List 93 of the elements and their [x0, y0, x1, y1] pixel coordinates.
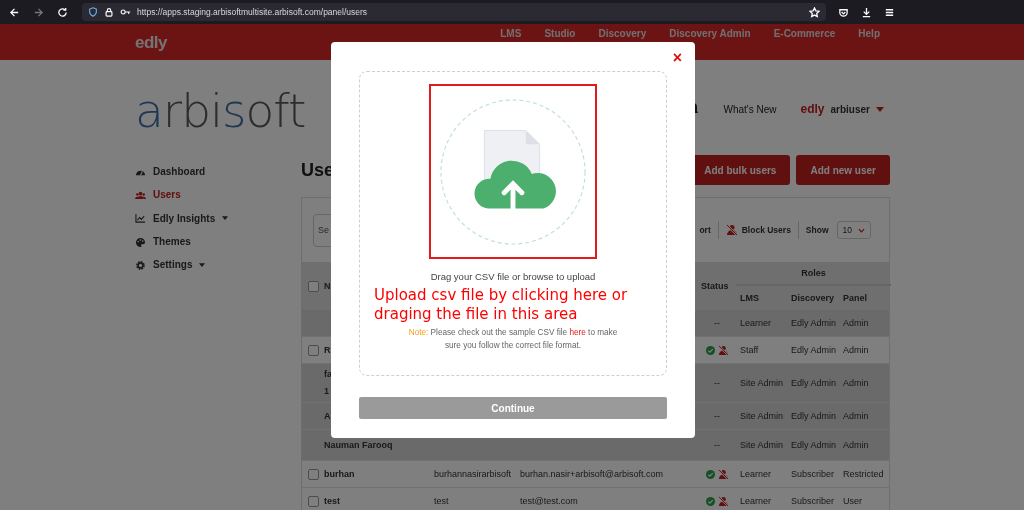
status-cell-text: -- — [713, 440, 720, 450]
name-cell-text: Nauman Farooq — [324, 438, 394, 452]
nav-link[interactable]: Help — [858, 28, 880, 39]
edly-logo[interactable]: edly — [135, 33, 168, 53]
nav-link[interactable]: Studio — [544, 28, 576, 39]
role-cell-text: Subscriber — [790, 469, 836, 479]
role-cell-text: Edly Admin — [790, 411, 838, 421]
email-cell-text: burhan.nasir+arbisoft@arbisoft.com — [520, 469, 664, 479]
forward-icon[interactable] — [33, 6, 44, 18]
blocked-user-icon[interactable] — [718, 468, 729, 480]
name-cell-text: fa 1 — [324, 368, 333, 398]
status-cell-text: -- — [713, 378, 720, 388]
role-cell-text: Edly Admin — [790, 440, 838, 450]
arbisoft-logo[interactable]: arbisoft — [135, 82, 306, 138]
role-cell-text: Learner — [739, 469, 773, 479]
status-cell-text: -- — [713, 411, 720, 421]
role-cell-text: Site Admin — [739, 378, 785, 388]
row-checkbox[interactable] — [308, 344, 319, 356]
lock-icon — [104, 7, 114, 17]
role-cell-text: Subscriber — [790, 496, 836, 506]
column-header: Discovery — [790, 293, 836, 303]
back-icon[interactable] — [9, 6, 20, 18]
blocked-user-icon[interactable] — [725, 224, 738, 236]
column-header: LMS — [739, 293, 760, 303]
close-button[interactable]: × — [672, 50, 682, 66]
column-header: Status — [701, 281, 730, 291]
page-size-select[interactable]: 10 — [836, 221, 871, 239]
role-cell-text: Restricted — [842, 469, 885, 479]
column-header: Panel — [842, 293, 868, 303]
row-checkbox[interactable] — [308, 468, 319, 480]
block-users-button[interactable]: Block Users — [741, 225, 791, 235]
annotation-text: Upload csv file by clicking here or draging the file in this area — [374, 286, 629, 324]
role-cell-text: Admin — [842, 378, 870, 388]
role-cell-text: Admin — [842, 411, 870, 421]
username[interactable]: arbiuser — [830, 103, 870, 115]
note-text: Note: Please check out the sample CSV file here to make sure you follow the correct file format. — [408, 327, 618, 352]
chevron-icon — [858, 227, 865, 233]
role-cell-text: Learner — [739, 318, 773, 328]
sidebar-item[interactable]: Edly Insights — [135, 206, 301, 230]
settings-icon — [135, 259, 146, 270]
address-bar[interactable]: https://apps.staging.arbisoftmultisite.arbisoft.com/panel/users — [82, 3, 826, 21]
name-cell-text: test — [324, 494, 341, 508]
sidebar-item[interactable]: Users — [135, 183, 301, 207]
blocked-user-icon[interactable] — [718, 495, 729, 507]
username-cell-text: test — [434, 496, 450, 506]
palette-icon — [135, 236, 146, 247]
whats-new-link[interactable]: What's New — [723, 103, 777, 115]
role-cell-text: Admin — [842, 440, 870, 450]
role-cell-text: Staff — [739, 345, 760, 355]
status-cell-text: -- — [713, 318, 720, 328]
export-button[interactable]: ort — [699, 225, 711, 235]
username-cell-text: burhannasirarbisoft — [434, 469, 513, 479]
select-all-checkbox[interactable] — [308, 280, 319, 292]
url-text: https://apps.staging.arbisoftmultisite.arbisoft.com/panel/users — [137, 7, 369, 17]
caret-icon[interactable] — [876, 106, 884, 112]
nav-link[interactable]: LMS — [500, 28, 522, 39]
drop-zone[interactable] — [359, 71, 667, 376]
drop-instructions: Drag your CSV file or browse to upload — [430, 271, 596, 282]
blocked-user-icon[interactable] — [718, 344, 729, 356]
add-user-button[interactable]: Add new user — [796, 155, 890, 185]
edly-logo: edly — [800, 102, 825, 116]
role-cell-text: User — [842, 496, 863, 506]
role-cell-text: Learner — [739, 496, 773, 506]
sidebar-item[interactable]: Settings — [135, 253, 301, 277]
sidebar-item[interactable]: Dashboard — [135, 160, 301, 184]
key-icon — [120, 7, 131, 17]
role-cell-text: Edly Admin — [790, 378, 838, 388]
role-cell-text: Site Admin — [739, 411, 785, 421]
role-cell-text: Site Admin — [739, 440, 785, 450]
show-label: Show — [805, 225, 829, 235]
download-icon[interactable] — [861, 6, 872, 18]
name-cell-text: A — [324, 409, 332, 423]
chart-icon — [135, 213, 146, 224]
nav-link[interactable]: E-Commerce — [773, 28, 836, 39]
row-checkbox[interactable] — [308, 495, 319, 507]
role-cell-text: Edly Admin — [790, 318, 838, 328]
users-icon — [135, 189, 146, 200]
column-header: Roles — [736, 262, 891, 286]
menu-icon[interactable] — [884, 6, 895, 18]
email-cell-text: test@test.com — [520, 496, 579, 506]
role-cell-text: Edly Admin — [790, 345, 838, 355]
sidebar-item[interactable]: Themes — [135, 229, 301, 254]
sample-file-link[interactable]: here — [569, 328, 586, 337]
shield-icon — [88, 7, 98, 17]
nav-link[interactable]: Discovery — [598, 28, 647, 39]
name-cell-text: burhan — [324, 467, 356, 481]
name-cell-text: R — [324, 343, 332, 357]
reload-icon[interactable] — [57, 6, 68, 18]
star-icon[interactable] — [809, 6, 820, 18]
pocket-icon[interactable] — [838, 6, 849, 18]
nav-link[interactable]: Discovery Admin — [669, 28, 751, 39]
role-cell-text: Admin — [842, 318, 870, 328]
role-cell-text: Admin — [842, 345, 870, 355]
